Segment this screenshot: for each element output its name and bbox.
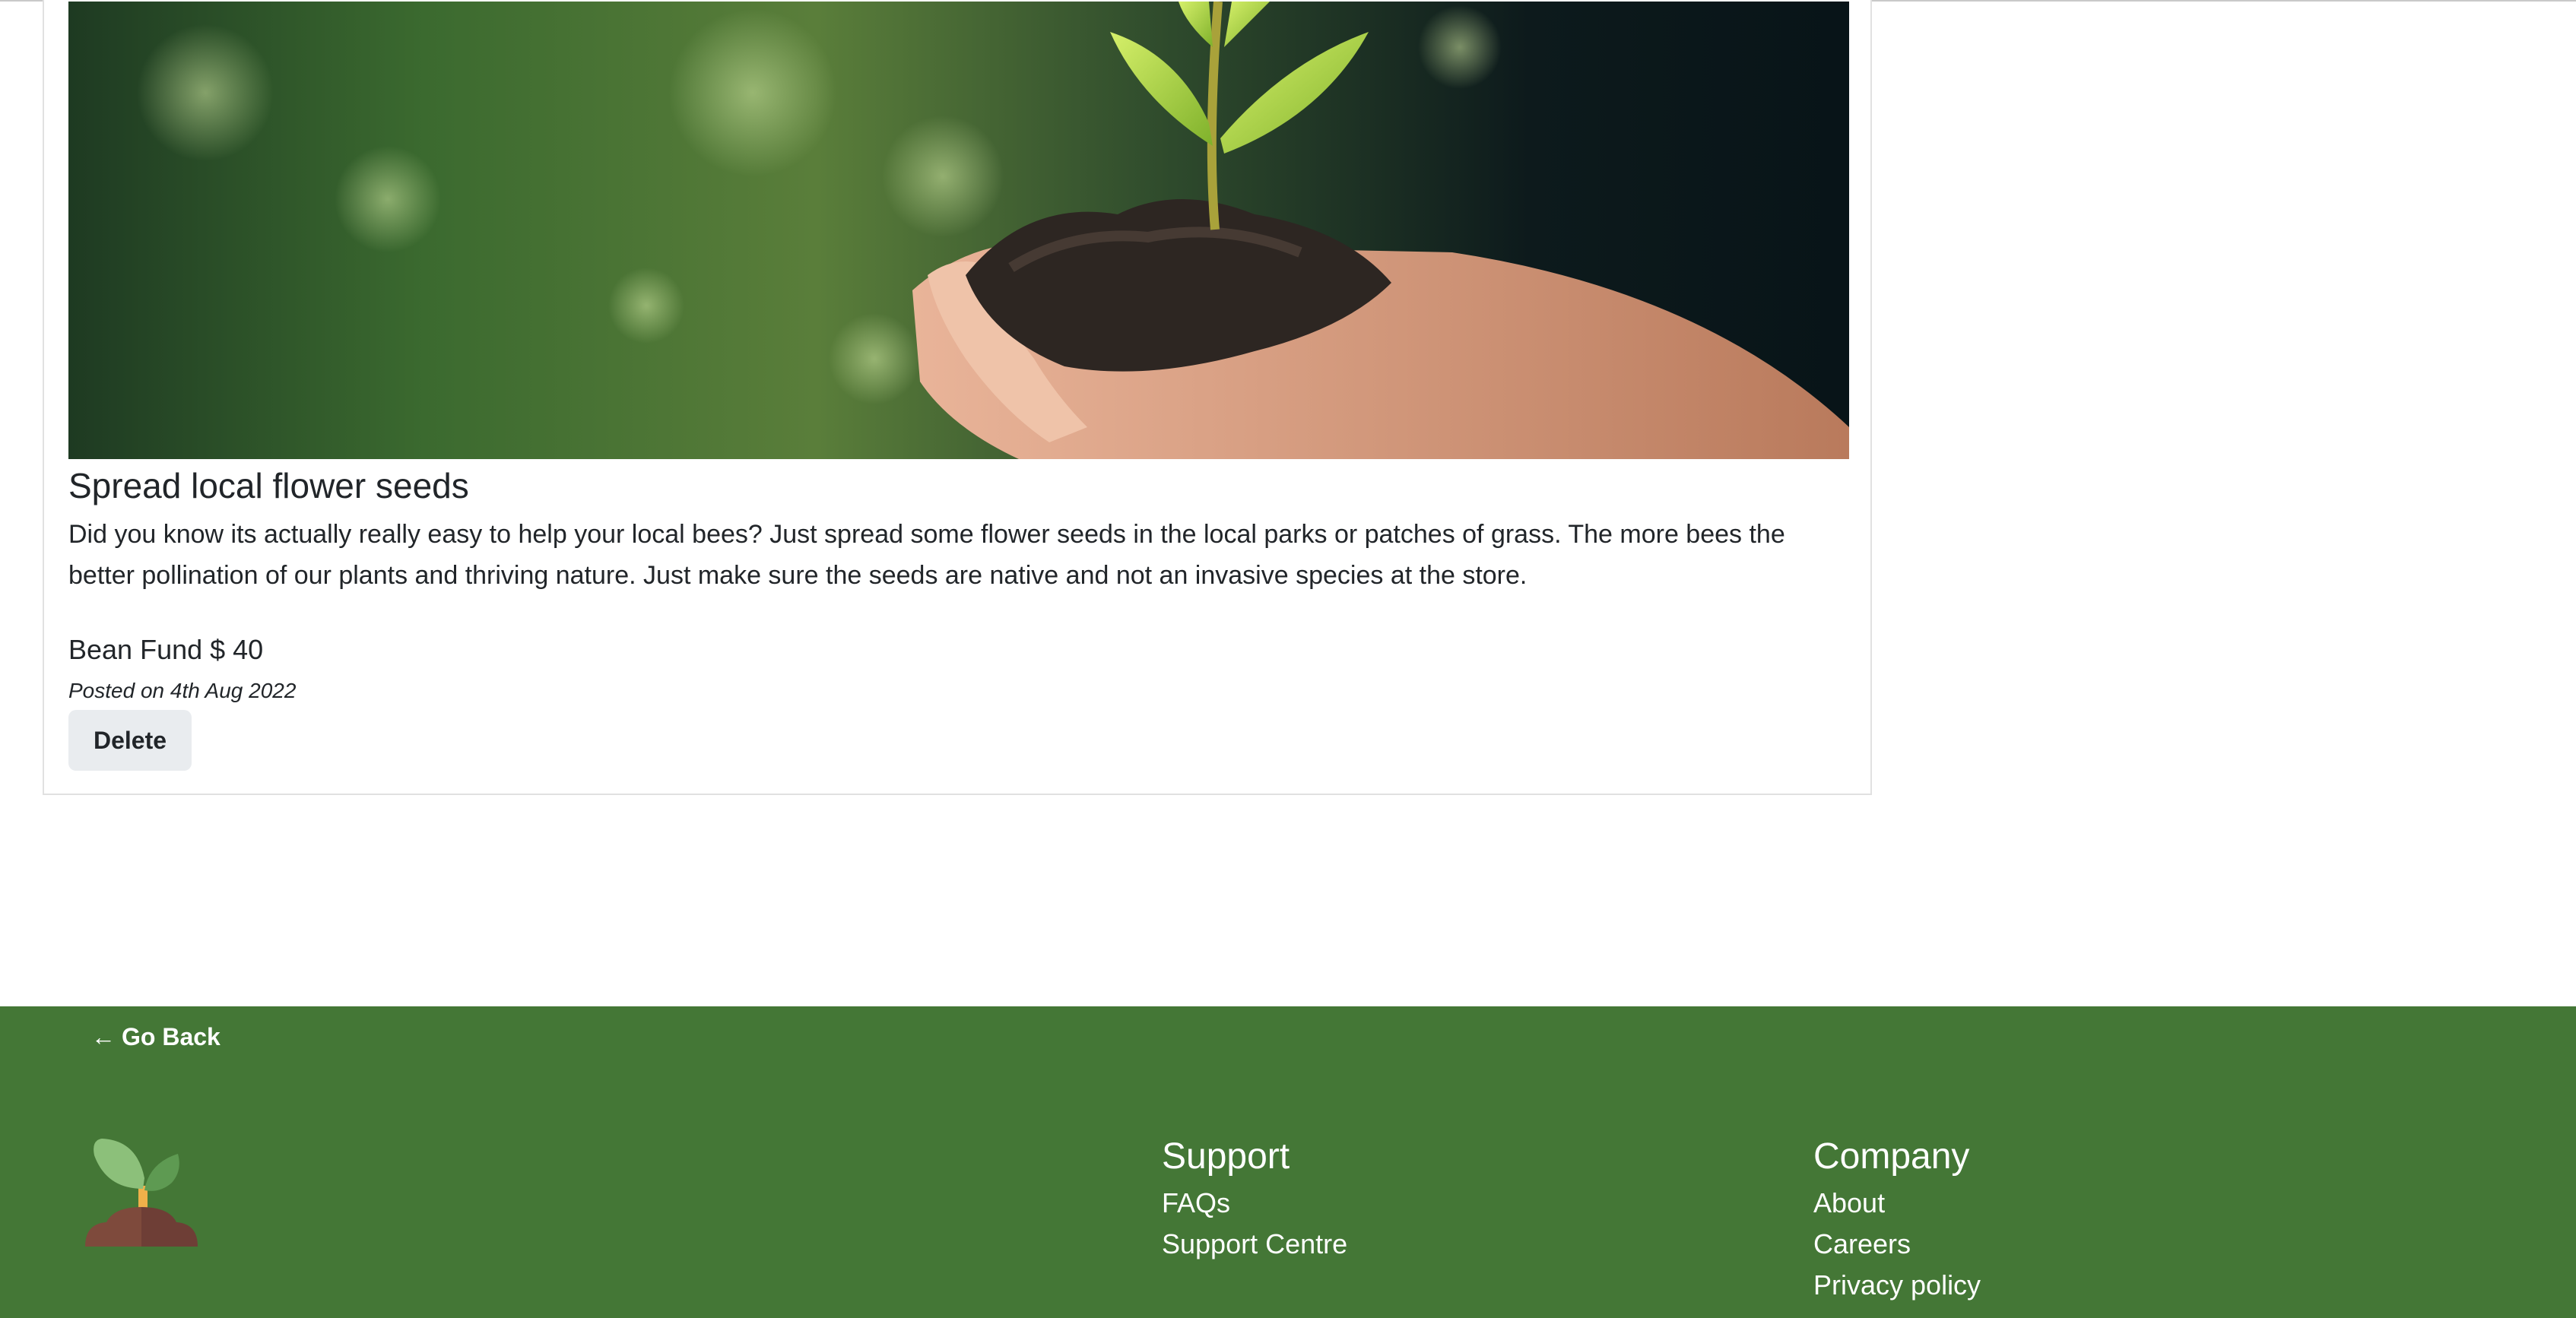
post-image — [68, 2, 1849, 459]
company-heading: Company — [1813, 1136, 1970, 1177]
post-card: Spread local flower seeds Did you know i… — [43, 0, 1872, 795]
arrow-left-icon: ← — [91, 1023, 116, 1050]
go-back-link[interactable]: ← Go Back — [91, 1023, 220, 1051]
site-footer: ← Go Back Support FAQs Support Centre Com… — [0, 1006, 2576, 1318]
privacy-policy-link[interactable]: Privacy policy — [1813, 1269, 1981, 1301]
support-heading: Support — [1162, 1136, 1290, 1177]
go-back-label: Go Back — [122, 1023, 220, 1050]
posted-date: Posted on 4th Aug 2022 — [68, 679, 297, 702]
seedling-in-hands-photo — [137, 2, 1849, 459]
delete-button[interactable]: Delete — [68, 710, 192, 771]
support-centre-link[interactable]: Support Centre — [1162, 1228, 1347, 1260]
faqs-link[interactable]: FAQs — [1162, 1187, 1230, 1219]
seedling-logo-icon — [85, 1139, 198, 1247]
post-title: Spread local flower seeds — [68, 466, 469, 505]
about-link[interactable]: About — [1813, 1187, 1885, 1219]
post-description: Did you know its actually really easy to… — [68, 520, 1785, 590]
careers-link[interactable]: Careers — [1813, 1228, 1911, 1260]
bean-fund-amount: Bean Fund $ 40 — [68, 634, 264, 665]
